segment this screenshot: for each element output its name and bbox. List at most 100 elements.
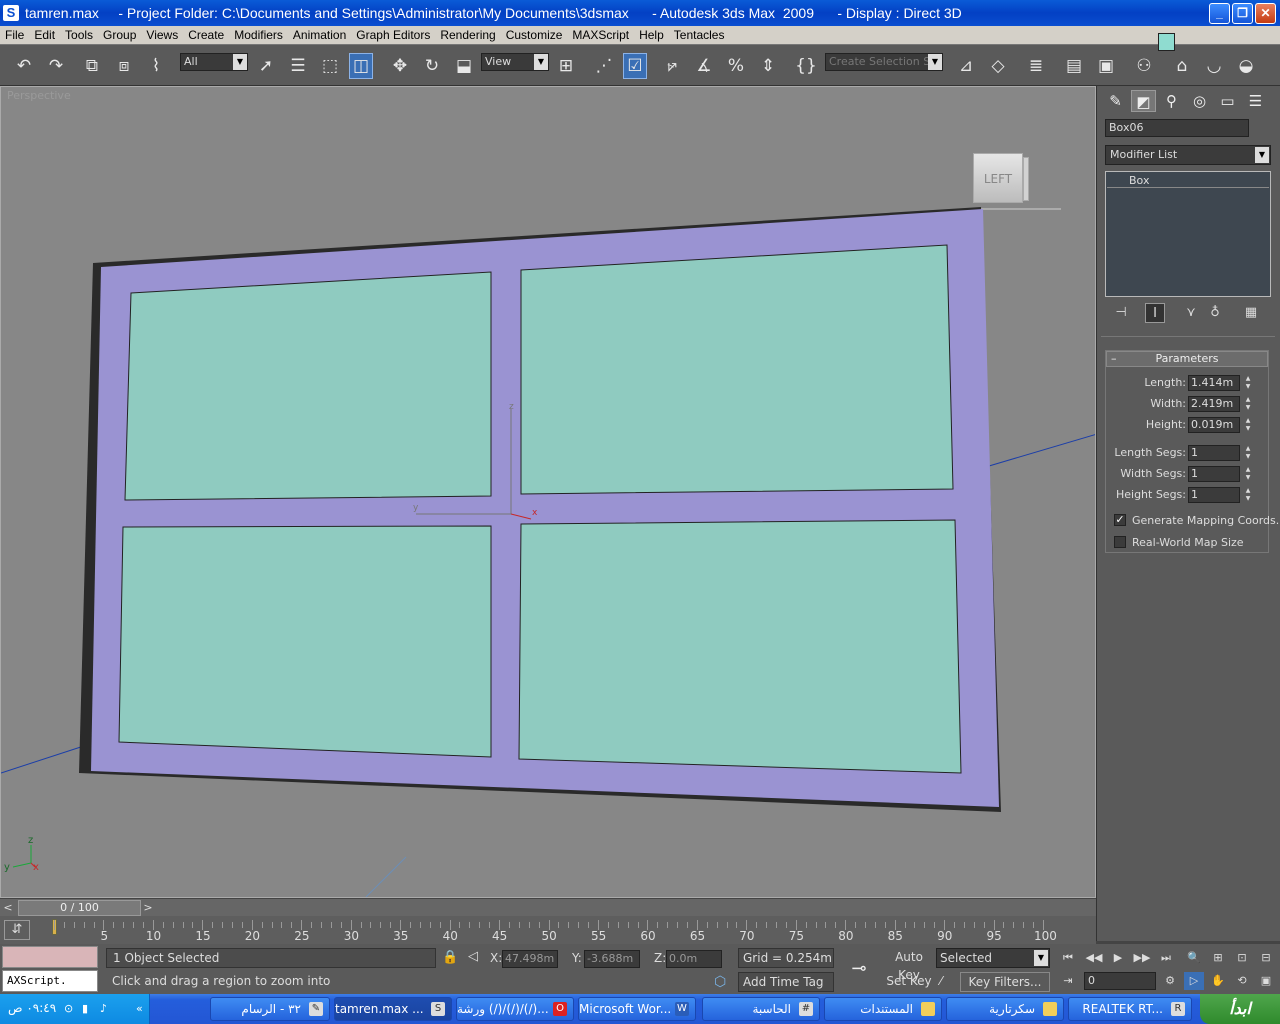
- menu-tentacles[interactable]: Tentacles: [669, 26, 730, 44]
- real-world-map-size-checkbox[interactable]: Real-World Map Size: [1114, 535, 1274, 551]
- glass-pane-bottom-left[interactable]: [118, 525, 492, 758]
- glass-pane-top-right[interactable]: [520, 244, 954, 495]
- quick-render-icon[interactable]: ◒: [1234, 53, 1258, 79]
- key-mode-toggle-icon[interactable]: ⇥: [1058, 972, 1078, 990]
- unlink-icon[interactable]: ⧈: [112, 53, 136, 79]
- maximize-button[interactable]: ❐: [1232, 3, 1253, 24]
- chevron-left-icon[interactable]: «: [136, 1002, 143, 1015]
- viewcube[interactable]: LEFT: [971, 153, 1029, 205]
- glass-pane-bottom-right[interactable]: [518, 519, 962, 774]
- time-slider[interactable]: < 0 / 100 >: [0, 898, 1096, 916]
- material-editor-icon[interactable]: ⚇: [1132, 53, 1156, 79]
- menu-customize[interactable]: Customize: [501, 26, 568, 44]
- perspective-viewport[interactable]: z y x z y x Perspective LEFT: [0, 86, 1096, 898]
- window-crossing-icon[interactable]: ◫: [349, 53, 373, 79]
- next-frame-icon[interactable]: ▶▶: [1132, 949, 1152, 967]
- bind-space-warp-icon[interactable]: ⌇: [144, 53, 168, 79]
- task-paint[interactable]: ٣٢ - الرسام ✎: [210, 997, 330, 1021]
- move-icon[interactable]: ✥: [388, 53, 412, 79]
- scene-canvas[interactable]: z y x z y x: [1, 87, 1096, 898]
- task-folder-secretariat[interactable]: سكرتارية: [946, 997, 1064, 1021]
- key-selection-dropdown[interactable]: Selected ▼: [936, 948, 1050, 968]
- width-segs-field[interactable]: 1: [1188, 466, 1240, 482]
- menu-file[interactable]: File: [0, 26, 29, 44]
- link-icon[interactable]: ⧉: [80, 53, 104, 79]
- width-field[interactable]: 2.419m: [1188, 396, 1240, 412]
- spinner-icon[interactable]: ▲ ▼: [1243, 396, 1253, 412]
- generate-mapping-checkbox[interactable]: ✓ Generate Mapping Coords.: [1114, 513, 1279, 529]
- viewport-label[interactable]: Perspective: [7, 89, 71, 102]
- stack-item-box[interactable]: Box: [1107, 173, 1269, 188]
- zoom-extents-icon[interactable]: ⊡: [1232, 949, 1252, 967]
- align-icon[interactable]: ◇: [986, 53, 1010, 79]
- play-icon[interactable]: ▶: [1108, 949, 1128, 967]
- signal-icon[interactable]: ▮: [82, 1002, 88, 1015]
- auto-key-button[interactable]: Auto Key: [884, 948, 934, 982]
- spinner-icon[interactable]: ▲ ▼: [1243, 487, 1253, 503]
- make-unique-icon[interactable]: ⋎: [1181, 303, 1201, 323]
- rotate-icon[interactable]: ↻: [420, 53, 444, 79]
- y-coordinate-field[interactable]: -3.688m: [584, 950, 640, 968]
- menu-modifiers[interactable]: Modifiers: [229, 26, 288, 44]
- task-calculator[interactable]: الحاسبة #: [702, 997, 820, 1021]
- zoom-extents-all-icon[interactable]: ⊟: [1256, 949, 1276, 967]
- parameters-rollout-header[interactable]: – Parameters: [1106, 351, 1268, 367]
- layer-manager-icon[interactable]: ≣: [1024, 53, 1048, 79]
- display-tab-icon[interactable]: ▭: [1215, 90, 1240, 112]
- chevron-right-icon[interactable]: >: [140, 900, 156, 916]
- percent-snap-icon[interactable]: %: [724, 53, 748, 79]
- orbit-icon[interactable]: ⟲: [1232, 972, 1252, 990]
- menu-rendering[interactable]: Rendering: [435, 26, 500, 44]
- named-selection-set-dropdown[interactable]: Create Selection Set ▼: [825, 53, 943, 71]
- height-field[interactable]: 0.019m: [1188, 417, 1240, 433]
- zoom-all-icon[interactable]: ⊞: [1208, 949, 1228, 967]
- task-realtek[interactable]: REALTEK RT... R: [1068, 997, 1192, 1021]
- task-opera[interactable]: ورشة (/)/(/)/(/)... O: [456, 997, 574, 1021]
- schematic-view-icon[interactable]: ▣: [1094, 53, 1118, 79]
- pin-stack-icon[interactable]: ⊣: [1111, 303, 1131, 323]
- zoom-icon[interactable]: 🔍: [1184, 949, 1204, 967]
- spinner-icon[interactable]: ▲ ▼: [1243, 375, 1253, 391]
- curve-editor-icon[interactable]: ▤: [1062, 53, 1086, 79]
- minimize-button[interactable]: _: [1209, 3, 1230, 24]
- menu-views[interactable]: Views: [141, 26, 183, 44]
- set-key-button[interactable]: Set Key: [884, 972, 934, 992]
- spinner-icon[interactable]: ▲ ▼: [1243, 445, 1253, 461]
- create-tab-icon[interactable]: ✎: [1103, 90, 1128, 112]
- spinner-icon[interactable]: ▲ ▼: [1243, 466, 1253, 482]
- glass-pane-top-left[interactable]: [124, 271, 492, 501]
- open-mini-curve-editor-icon[interactable]: ⇵: [4, 920, 30, 940]
- select-object-icon[interactable]: ➚: [254, 53, 278, 79]
- configure-modifier-sets-icon[interactable]: ▦: [1241, 303, 1261, 323]
- menu-graph-editors[interactable]: Graph Editors: [351, 26, 435, 44]
- menu-animation[interactable]: Animation: [288, 26, 351, 44]
- lock-icon[interactable]: 🔒: [442, 950, 458, 965]
- default-tangents-icon[interactable]: ⁄: [940, 974, 942, 988]
- menu-group[interactable]: Group: [98, 26, 141, 44]
- z-coordinate-field[interactable]: 0.0m: [666, 950, 722, 968]
- maxscript-listener-input[interactable]: AXScript.: [2, 970, 98, 992]
- absolute-mode-icon[interactable]: ◁: [468, 949, 478, 964]
- menu-edit[interactable]: Edit: [29, 26, 60, 44]
- task-folder-documents[interactable]: المستندات: [824, 997, 942, 1021]
- scale-icon[interactable]: ⬓: [452, 53, 476, 79]
- viewcube-face[interactable]: LEFT: [973, 153, 1023, 203]
- time-tag-icon[interactable]: ⬡: [714, 974, 726, 990]
- checkbox-unchecked[interactable]: [1114, 536, 1126, 548]
- redo-icon[interactable]: ↷: [44, 53, 68, 79]
- rendered-frame-icon[interactable]: ◡: [1202, 53, 1226, 79]
- viewcube-side[interactable]: [1023, 157, 1029, 201]
- start-button[interactable]: ابدأ: [1200, 994, 1280, 1024]
- length-field[interactable]: 1.414m: [1188, 375, 1240, 391]
- pan-icon[interactable]: ✋: [1208, 972, 1228, 990]
- utilities-tab-icon[interactable]: ☰: [1243, 90, 1268, 112]
- mirror-icon[interactable]: ⊿: [954, 53, 978, 79]
- show-end-result-icon[interactable]: I: [1145, 303, 1165, 323]
- hierarchy-tab-icon[interactable]: ⚲: [1159, 90, 1184, 112]
- selection-filter-dropdown[interactable]: All ▼: [180, 53, 248, 71]
- field-of-view-icon[interactable]: ▷: [1184, 972, 1204, 990]
- key-icon[interactable]: ⊸: [842, 958, 876, 980]
- object-color-swatch[interactable]: [1158, 33, 1175, 51]
- rectangular-selection-icon[interactable]: ⬚: [318, 53, 342, 79]
- spinner-icon[interactable]: ▲ ▼: [1243, 417, 1253, 433]
